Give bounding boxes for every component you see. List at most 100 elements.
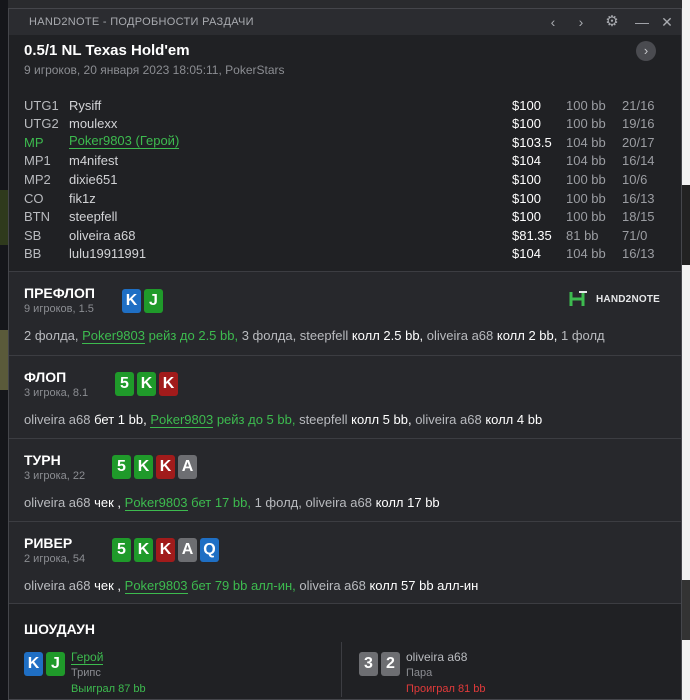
- player-stack-bb: 104 bb: [566, 135, 606, 150]
- hero-action: рейз до 2.5 bb,: [145, 328, 239, 343]
- action-text: oliveira a68: [24, 495, 95, 510]
- action-amount: колл 2 bb,: [496, 328, 558, 343]
- hero-name-link[interactable]: Poker9803: [82, 328, 145, 344]
- action-text: 3 фолда, steepfell: [238, 328, 352, 343]
- card: K: [137, 372, 156, 396]
- street-info: 9 игроков, 1.5: [24, 303, 94, 315]
- card: A: [178, 455, 197, 479]
- street-title: ТУРН: [24, 452, 61, 468]
- villain-hand-rank: Пара: [406, 667, 433, 679]
- street-actions: 2 фолда, Poker9803 рейз до 2.5 bb, 3 фол…: [24, 328, 605, 344]
- villain-showdown-name[interactable]: oliveira a68: [406, 650, 467, 664]
- player-name[interactable]: steepfell: [69, 209, 117, 224]
- player-position: UTG1: [24, 98, 59, 113]
- player-name[interactable]: dixie651: [69, 172, 117, 187]
- action-text: oliveira a68: [24, 412, 95, 427]
- player-row-hero[interactable]: MP Poker9803 (Герой) $103.5 104 bb 20/17: [9, 133, 681, 151]
- chevron-left-icon[interactable]: ‹: [544, 13, 562, 31]
- hero-action: бет 79 bb алл-ин,: [187, 578, 296, 593]
- player-name[interactable]: moulexx: [69, 116, 117, 131]
- hero-showdown-cards: K J: [24, 652, 65, 676]
- player-name[interactable]: oliveira a68: [69, 228, 136, 243]
- street-actions: oliveira a68 чек , Poker9803 бет 79 bb а…: [24, 578, 478, 594]
- player-stack: $103.5: [512, 135, 552, 150]
- player-row[interactable]: BB lulu19911991 $104 104 bb 16/13: [9, 246, 681, 264]
- player-stack: $104: [512, 246, 541, 261]
- player-stack-bb: 104 bb: [566, 246, 606, 261]
- card: 5: [112, 538, 131, 562]
- card: K: [122, 289, 141, 313]
- street-actions: oliveira a68 бет 1 bb, Poker9803 рейз до…: [24, 412, 543, 428]
- showdown-section: ШОУДАУН K J Герой Трипс Выиграл 87 bb 3 …: [9, 603, 681, 699]
- street-turn: ТУРН 3 игрока, 22 5 K K A oliveira a68 ч…: [9, 438, 681, 521]
- action-text: oliveira a68: [24, 578, 95, 593]
- player-position: UTG2: [24, 116, 59, 131]
- player-name[interactable]: m4nifest: [69, 153, 118, 168]
- hero-name-link[interactable]: Poker9803: [124, 495, 188, 511]
- player-position: BTN: [24, 209, 50, 224]
- next-hand-button[interactable]: ›: [636, 41, 656, 61]
- player-vpip-pfr: 20/17: [622, 135, 655, 150]
- game-title: 0.5/1 NL Texas Hold'em: [24, 42, 190, 59]
- hero-showdown-name[interactable]: Герой: [71, 650, 104, 665]
- player-name[interactable]: fik1z: [69, 191, 96, 206]
- player-stack-bb: 100 bb: [566, 191, 606, 206]
- minimize-icon[interactable]: —: [633, 13, 651, 31]
- action-text: oliveira a68: [295, 578, 370, 593]
- player-stack: $100: [512, 209, 541, 224]
- gear-icon[interactable]: ⚙: [603, 13, 621, 31]
- player-name[interactable]: Poker9803 (Герой): [69, 133, 180, 149]
- player-stack: $104: [512, 153, 541, 168]
- player-row[interactable]: SB oliveira a68 $81.35 81 bb 71/0: [9, 228, 681, 246]
- player-stack-bb: 100 bb: [566, 98, 606, 113]
- card: K: [159, 372, 178, 396]
- hero-name-link[interactable]: Poker9803: [150, 412, 214, 428]
- player-stack: $100: [512, 172, 541, 187]
- player-row[interactable]: MP1 m4nifest $104 104 bb 16/14: [9, 153, 681, 171]
- player-stack: $81.35: [512, 228, 552, 243]
- player-name[interactable]: lulu19911991: [69, 246, 146, 261]
- title-bar: HAND2NOTE - ПОДРОБНОСТИ РАЗДАЧИ ‹ › ⚙ — …: [9, 9, 681, 35]
- game-subtitle: 9 игроков, 20 января 2023 18:05:11, Poke…: [24, 63, 285, 77]
- player-row[interactable]: CO fik1z $100 100 bb 16/13: [9, 191, 681, 209]
- street-info: 3 игрока, 8.1: [24, 387, 89, 399]
- player-row[interactable]: UTG2 moulexx $100 100 bb 19/16: [9, 116, 681, 134]
- player-row[interactable]: UTG1 Rysiff $100 100 bb 21/16: [9, 98, 681, 116]
- card: 5: [112, 455, 131, 479]
- street-title: ПРЕФЛОП: [24, 285, 95, 301]
- player-row[interactable]: MP2 dixie651 $100 100 bb 10/6: [9, 172, 681, 190]
- street-title: РИВЕР: [24, 535, 73, 551]
- street-info: 3 игрока, 22: [24, 470, 86, 482]
- action-amount: колл 4 bb: [485, 412, 543, 427]
- player-position: BB: [24, 246, 42, 261]
- chevron-right-icon[interactable]: ›: [572, 13, 590, 31]
- background-window-left: [0, 0, 8, 700]
- card: J: [46, 652, 65, 676]
- player-position: SB: [24, 228, 42, 243]
- player-stack-bb: 100 bb: [566, 116, 606, 131]
- villain-showdown-cards: 3 2: [359, 652, 400, 676]
- hero-name-link[interactable]: Poker9803: [124, 578, 188, 594]
- action-amount: колл 5 bb,: [351, 412, 412, 427]
- board-cards: 5 K K A Q: [112, 538, 219, 562]
- player-vpip-pfr: 71/0: [622, 228, 648, 243]
- player-stack: $100: [512, 191, 541, 206]
- hero-result: Выиграл 87 bb: [71, 683, 146, 695]
- showdown-title: ШОУДАУН: [24, 621, 95, 637]
- action-text: 2 фолда,: [24, 328, 83, 343]
- player-stack: $100: [512, 116, 541, 131]
- street-preflop: ПРЕФЛОП 9 игроков, 1.5 K J HAND2NOTE 2 ф…: [9, 271, 681, 355]
- player-vpip-pfr: 16/13: [622, 246, 655, 261]
- player-stack-bb: 104 bb: [566, 153, 606, 168]
- card: 3: [359, 652, 378, 676]
- close-icon[interactable]: ✕: [658, 13, 676, 31]
- player-vpip-pfr: 19/16: [622, 116, 655, 131]
- street-actions: oliveira a68 чек , Poker9803 бет 17 bb, …: [24, 495, 440, 511]
- action-text: oliveira a68: [423, 328, 497, 343]
- player-vpip-pfr: 16/14: [622, 153, 655, 168]
- showdown-divider: [341, 642, 342, 697]
- hero-hand-rank: Трипс: [71, 667, 101, 679]
- player-row[interactable]: BTN steepfell $100 100 bb 18/15: [9, 209, 681, 227]
- player-name[interactable]: Rysiff: [69, 98, 101, 113]
- window-title: HAND2NOTE - ПОДРОБНОСТИ РАЗДАЧИ: [29, 16, 254, 28]
